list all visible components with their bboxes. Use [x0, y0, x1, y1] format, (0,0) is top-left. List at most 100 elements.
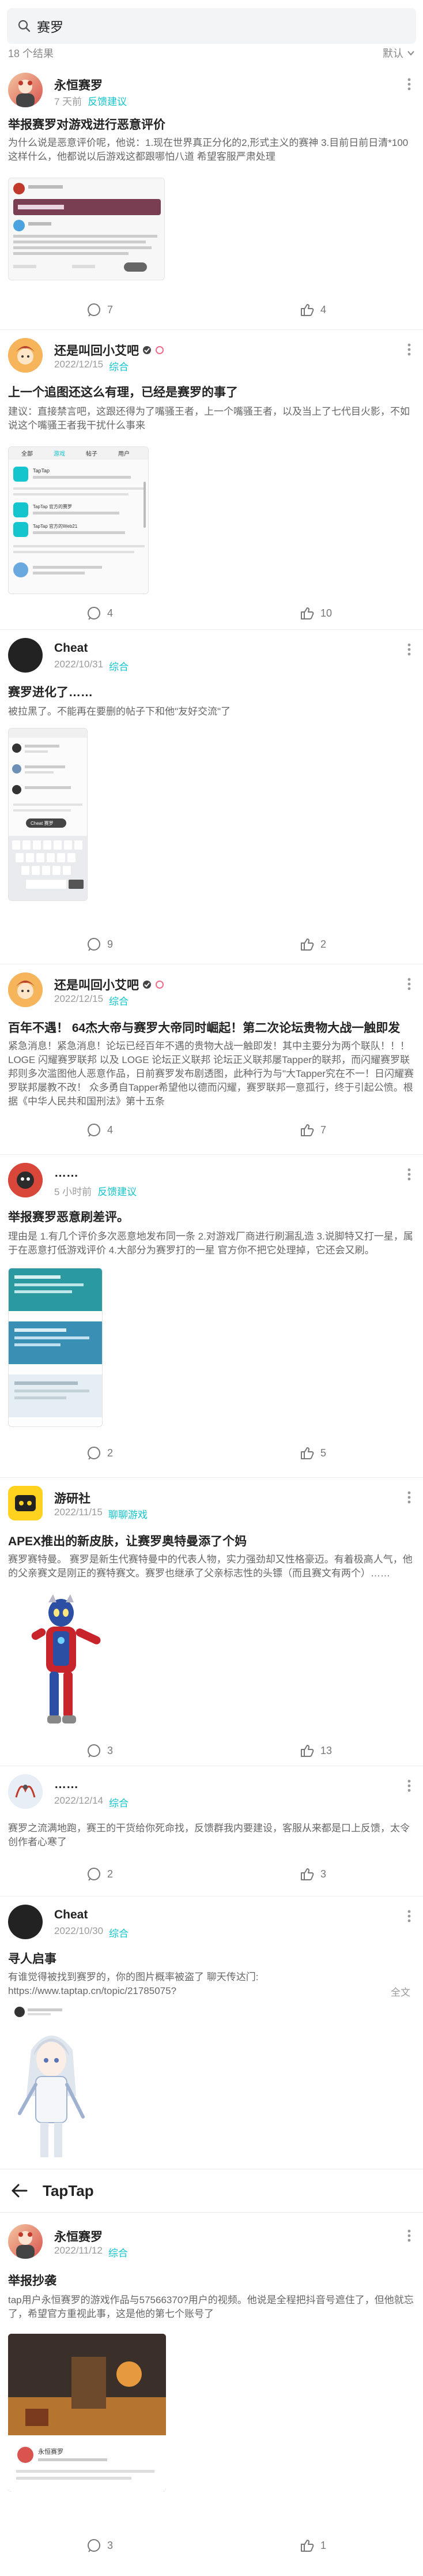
more-icon[interactable]	[407, 643, 411, 656]
like-button[interactable]: 10	[300, 603, 332, 623]
like-button[interactable]: 3	[300, 1864, 326, 1884]
post-title[interactable]: 赛罗进化了……	[8, 684, 415, 701]
post-date: 5 小时前	[54, 1186, 92, 1197]
post-image[interactable]: 永恒赛罗	[8, 2334, 166, 2492]
avatar[interactable]	[8, 1486, 43, 1520]
post-excerpt[interactable]: 紧急消息！紧急消息！论坛已经百年不遇的贵物大战一触即发！其中主要分为两个联队！！…	[8, 1039, 415, 1109]
search-input[interactable]: 赛罗	[37, 16, 63, 36]
author-name[interactable]: ……	[54, 1166, 78, 1180]
author-name[interactable]: 还是叫回小艾吧	[54, 976, 164, 993]
post-excerpt[interactable]: 被拉黑了。不能再在要删的帖子下和他"友好交流"了	[8, 705, 415, 719]
comment-button[interactable]: 2	[86, 1864, 113, 1884]
author-name[interactable]: 永恒赛罗	[54, 76, 103, 93]
more-icon[interactable]	[407, 1779, 411, 1793]
comment-count: 9	[107, 938, 114, 950]
like-button[interactable]: 4	[300, 300, 326, 320]
author-name[interactable]: 还是叫回小艾吧	[54, 341, 164, 359]
post-title[interactable]: APEX推出的新皮肤，让赛罗奥特曼添了个妈	[8, 1533, 415, 1550]
read-more-link[interactable]: 全文	[391, 1984, 410, 1999]
post-image[interactable]	[8, 2004, 95, 2169]
post-title[interactable]: 举报赛罗对游戏进行恶意评价	[8, 117, 415, 134]
more-icon[interactable]	[407, 1167, 411, 1181]
forum-tag[interactable]: 反馈建议	[97, 1184, 137, 1198]
comment-button[interactable]: 9	[86, 934, 113, 954]
post-card[interactable]: 永恒赛罗 7 天前 反馈建议 举报赛罗对游戏进行恶意评价 为什么说是恶意评价呢，他…	[0, 65, 423, 330]
like-button[interactable]: 5	[300, 1443, 326, 1463]
more-icon[interactable]	[407, 2229, 411, 2243]
forum-tag[interactable]: 综合	[109, 993, 129, 1008]
forum-tag[interactable]: 综合	[109, 1795, 129, 1809]
embedded-app-name: TapTap	[33, 468, 50, 474]
post-image[interactable]	[8, 1268, 103, 1427]
post-image[interactable]: Cheat 赛罗	[8, 728, 88, 901]
post-title[interactable]: 百年不遇！ 64杰大帝与赛罗大帝同时崛起！第二次论坛贵物大战一触即发	[8, 1020, 415, 1037]
post-card[interactable]: 游研社 2022/11/15 聊聊游戏 APEX推出的新皮肤，让赛罗奥特曼添了个妈…	[0, 1478, 423, 1766]
post-excerpt[interactable]: 为什么说是恶意评价呢，他说：1.现在世界真正分化的2,形式主义的赛神 3.目前日…	[8, 136, 415, 164]
forum-tag[interactable]: 反馈建议	[88, 93, 127, 108]
like-button[interactable]: 13	[300, 1741, 332, 1760]
post-card[interactable]: …… 5 小时前 反馈建议 举报赛罗恶意刷差评。 理由是 1.有几个评价多次恶意地…	[0, 1155, 423, 1478]
post-card[interactable]: Cheat 2022/10/30 综合 寻人启事 有谁觉得被找到赛罗的，你的图片概…	[0, 1897, 423, 2169]
forum-tag[interactable]: 聊聊游戏	[108, 1507, 148, 1521]
post-excerpt[interactable]: 有谁觉得被找到赛罗的，你的图片概率被盗了 聊天传达门: https://www.…	[8, 1970, 377, 1998]
post-title[interactable]: 举报抄袭	[8, 2273, 415, 2290]
comment-button[interactable]: 3	[86, 2536, 113, 2555]
author-name[interactable]: Cheat	[54, 641, 88, 655]
post-excerpt[interactable]: 建议：直接禁言吧，这跟还得为了嘴骚王者，上一个嘴骚王者，以及当上了七代目火影，不…	[8, 405, 415, 433]
post-title[interactable]: 寻人启事	[8, 1951, 415, 1968]
more-icon[interactable]	[407, 1909, 411, 1923]
back-arrow-icon[interactable]	[9, 2181, 29, 2201]
author-name[interactable]: ……	[54, 1778, 78, 1792]
avatar[interactable]	[8, 972, 43, 1007]
post-card[interactable]: 永恒赛罗 2022/11/12 综合 举报抄袭 tap用户永恒赛罗的游戏作品与57…	[0, 2213, 423, 2576]
search-bar[interactable]: 赛罗	[7, 8, 416, 44]
more-icon[interactable]	[407, 343, 411, 356]
forum-tag[interactable]: 综合	[109, 359, 129, 373]
forum-tag[interactable]: 综合	[108, 2245, 128, 2259]
avatar[interactable]	[8, 338, 43, 373]
comment-button[interactable]: 4	[86, 603, 113, 623]
sort-dropdown[interactable]: 默认	[383, 46, 415, 61]
post-title[interactable]: 举报赛罗恶意刷差评。	[8, 1209, 415, 1226]
like-button[interactable]: 1	[300, 2536, 326, 2555]
more-icon[interactable]	[407, 977, 411, 991]
result-count: 18 个结果	[8, 48, 54, 59]
author-name[interactable]: Cheat	[54, 1908, 88, 1922]
post-excerpt[interactable]: tap用户永恒赛罗的游戏作品与57566370?用户的视频。他说是全程把抖音号遮…	[8, 2293, 415, 2321]
tab-users: 用户	[118, 450, 130, 457]
thumbs-up-icon	[301, 304, 314, 316]
tab-all: 全部	[21, 450, 33, 457]
comment-button[interactable]: 4	[86, 1120, 113, 1140]
post-excerpt[interactable]: 赛罗赛特曼。 赛罗是新生代赛特曼中的代表人物，实力强劲却又性格豪迈。有着极高人气…	[8, 1553, 415, 1580]
post-image[interactable]: 全部 游戏 帖子 用户 TapTap TapTap 官方的赛罗 TapTap 官…	[8, 446, 149, 594]
avatar[interactable]	[8, 1774, 43, 1809]
avatar[interactable]	[8, 638, 43, 673]
post-title[interactable]: 上一个追图还这么有理，已经是赛罗的事了	[8, 384, 415, 401]
more-icon[interactable]	[407, 77, 411, 91]
more-icon[interactable]	[407, 1490, 411, 1504]
like-count: 4	[320, 303, 327, 316]
like-button[interactable]: 7	[300, 1120, 326, 1140]
author-name[interactable]: 游研社	[54, 1489, 90, 1507]
post-excerpt[interactable]: 理由是 1.有几个评价多次恶意地发布同一条 2.对游戏厂商进行刷漏乱造 3.说脚…	[8, 1230, 415, 1257]
comment-button[interactable]: 3	[86, 1741, 113, 1760]
comment-button[interactable]: 2	[86, 1443, 113, 1463]
post-image[interactable]	[8, 178, 165, 280]
forum-tag[interactable]: 综合	[109, 659, 129, 673]
avatar[interactable]	[8, 1163, 43, 1197]
post-excerpt[interactable]: 赛罗之流满地跑，赛王的干货给你死命找，反馈群我内要建设，客服从来都是口上反馈，太…	[8, 1822, 415, 1849]
author-name[interactable]: 永恒赛罗	[54, 2228, 103, 2245]
like-count: 5	[320, 1447, 327, 1459]
avatar[interactable]	[8, 2224, 43, 2259]
post-card[interactable]: 还是叫回小艾吧 2022/12/15 综合 上一个追图还这么有理，已经是赛罗的事了…	[0, 330, 423, 630]
comment-button[interactable]: 7	[86, 300, 113, 320]
post-card[interactable]: Cheat 2022/10/31 综合 赛罗进化了…… 被拉黑了。不能再在要删的帖…	[0, 630, 423, 964]
like-count: 1	[320, 2539, 327, 2551]
forum-tag[interactable]: 综合	[109, 1925, 129, 1940]
post-image[interactable]	[8, 1590, 113, 1732]
like-button[interactable]: 2	[300, 934, 326, 954]
post-card[interactable]: 还是叫回小艾吧 2022/12/15 综合 百年不遇！ 64杰大帝与赛罗大帝同时崛…	[0, 964, 423, 1155]
avatar[interactable]	[8, 73, 43, 107]
post-card[interactable]: …… 2022/12/14 综合 赛罗之流满地跑，赛王的干货给你死命找，反馈群我内…	[0, 1766, 423, 1897]
avatar[interactable]	[8, 1905, 43, 1939]
